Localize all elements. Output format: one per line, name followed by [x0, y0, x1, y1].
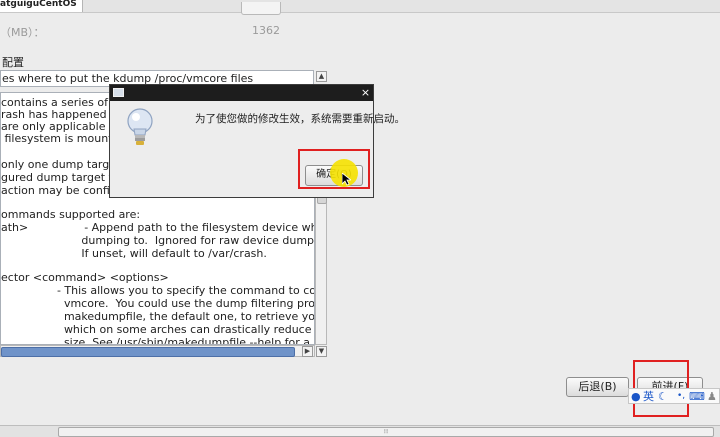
text-line: gured dump target fai [1, 171, 123, 184]
window-icon [113, 88, 124, 97]
text-line: ommands supported are: [1, 208, 141, 221]
memory-label: （MB）： [0, 26, 45, 39]
ime-logo-icon: ● [631, 390, 641, 403]
dialog-message: 为了使您做的修改生效，系统需要重新启动。 [195, 113, 405, 125]
text-line: ector <command> <options> [1, 271, 169, 284]
lightbulb-icon [127, 108, 153, 145]
text-line: which on some arches can drastically red… [1, 323, 315, 336]
keyboard-icon[interactable]: ⌨ [689, 390, 705, 403]
window-tabbar: atguiguCentOS [0, 0, 720, 15]
moon-icon[interactable]: ☾ [658, 390, 668, 403]
punctuation-icon[interactable]: •, [677, 390, 685, 403]
text-line: If unset, will default to /var/crash. [1, 247, 267, 260]
horizontal-scroll-thumb[interactable] [1, 347, 295, 357]
text-line: - This allows you to specify the command… [1, 284, 315, 297]
ime-toolbar[interactable]: ● 英 ☾ •, ⌨ ♟ [628, 388, 720, 404]
text-line: dumping to. Ignored for raw device dumps… [1, 234, 315, 247]
config-label: 配置 [2, 56, 24, 69]
back-button[interactable]: 后退(B) [566, 377, 629, 397]
horizontal-scrollbar[interactable] [0, 345, 315, 357]
text-line: action may be configu [1, 184, 124, 197]
text-line: makedumpfile, the default one, to retrie… [1, 310, 315, 323]
ok-highlight-box [298, 149, 370, 189]
memory-value: 1362 [252, 24, 280, 37]
text-line: filesystem is mounte [1, 132, 120, 145]
user-icon[interactable]: ♟ [707, 390, 717, 403]
bottom-scrollbar[interactable]: ⦙⦙⦙ [0, 425, 720, 437]
text-line: only one dump target [1, 158, 121, 171]
text-line: ath> - Append path to the filesystem dev… [1, 221, 315, 234]
scroll-down-icon[interactable]: ▼ [316, 346, 327, 357]
ime-language-toggle[interactable]: 英 [643, 390, 654, 403]
scroll-right-icon[interactable]: ▶ [302, 346, 313, 357]
window-tab[interactable]: atguiguCentOS [0, 0, 83, 12]
close-icon[interactable]: × [359, 86, 372, 99]
dialog-titlebar: × [110, 85, 373, 101]
top-button[interactable] [241, 2, 281, 15]
config-scroll-up-icon[interactable]: ▲ [316, 71, 327, 82]
text-line: size. See /usr/sbin/makedumpfile --help … [1, 336, 315, 345]
text-line: vmcore. You could use the dump filtering… [1, 297, 315, 310]
